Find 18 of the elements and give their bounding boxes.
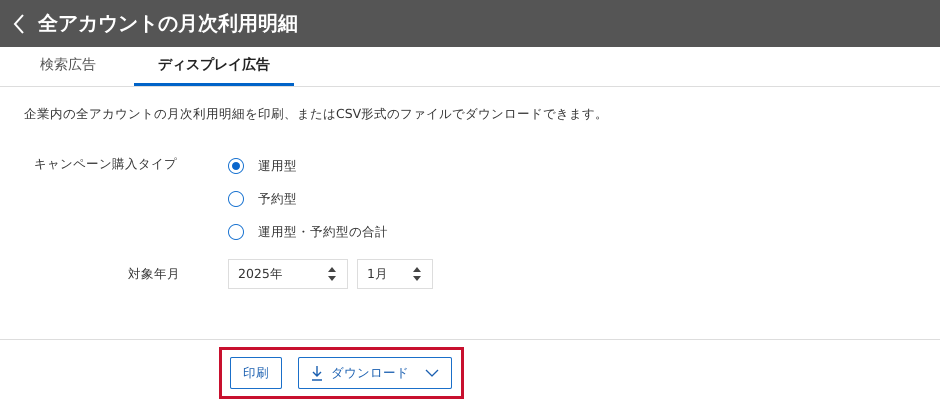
tab[interactable]: ディスプレイ広告: [134, 47, 294, 86]
page-title: 全アカウントの月次利用明細: [38, 10, 298, 37]
field-label: 対象年月: [128, 266, 180, 282]
month-select[interactable]: 1月: [357, 259, 433, 289]
field-label: キャンペーン購入タイプ: [33, 156, 177, 173]
back-icon[interactable]: [12, 12, 26, 34]
print-button[interactable]: 印刷: [230, 357, 282, 389]
year-select[interactable]: 2025年: [228, 259, 348, 289]
tab[interactable]: 検索広告: [16, 47, 120, 86]
spinner-icon: [327, 266, 337, 282]
radio-option[interactable]: 予約型: [228, 189, 940, 209]
caret-icon: [425, 369, 439, 377]
radio-option[interactable]: 運用型・予約型の合計: [228, 222, 940, 242]
description-text: 企業内の全アカウントの月次利用明細を印刷、またはCSV形式のファイルでダウンロードできます。: [23, 105, 610, 123]
radio-option[interactable]: 運用型: [228, 156, 940, 176]
spinner-icon: [412, 266, 422, 282]
download-icon: [311, 365, 323, 381]
download-button[interactable]: ダウンロード: [298, 357, 452, 389]
